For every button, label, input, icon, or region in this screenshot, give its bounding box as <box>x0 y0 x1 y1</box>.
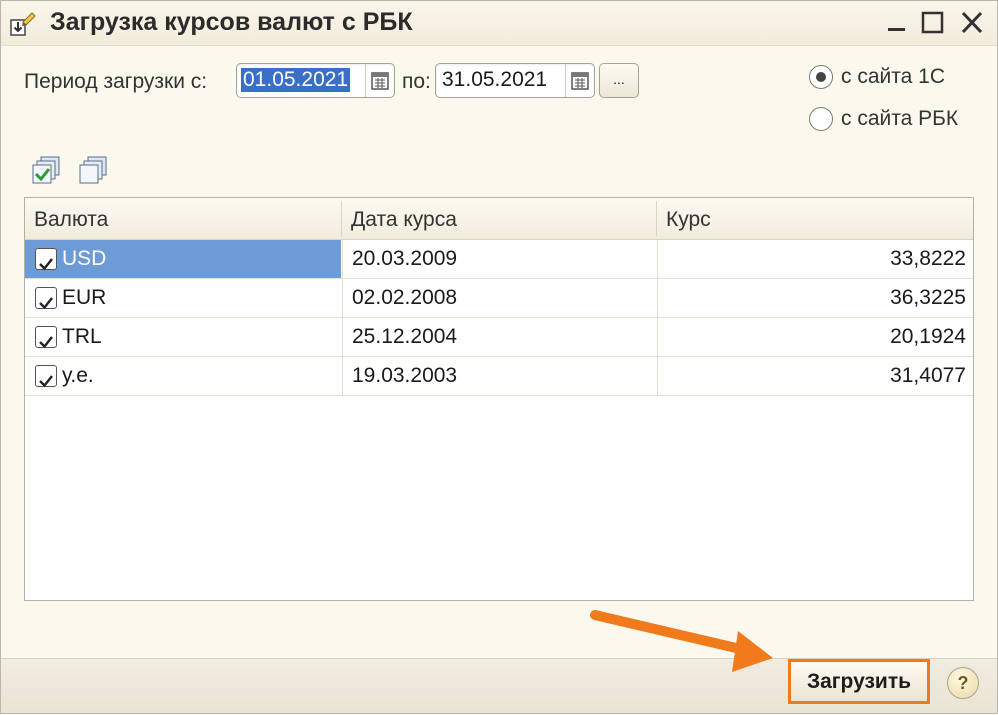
date-to-field[interactable]: 31.05.2021 <box>435 63 595 98</box>
currency-table[interactable]: Валюта Дата курса Курс USD 20.03.2009 33… <box>24 197 974 601</box>
rate-value-cell[interactable]: 36,3225 <box>657 279 973 317</box>
radio-site-rbk-label[interactable]: с сайта РБК <box>841 107 958 131</box>
currency-code: у.е. <box>62 364 94 387</box>
table-row[interactable]: EUR 02.02.2008 36,3225 <box>25 279 973 318</box>
period-to-label: по: <box>402 70 431 93</box>
column-header-currency[interactable]: Валюта <box>34 208 108 232</box>
row-checkbox[interactable] <box>35 248 57 271</box>
currency-cell[interactable]: у.е. <box>25 357 341 395</box>
rate-date-cell[interactable]: 20.03.2009 <box>342 240 656 278</box>
radio-site-rbk[interactable] <box>809 107 833 131</box>
currency-cell[interactable]: TRL <box>25 318 341 356</box>
currency-cell[interactable]: USD <box>25 240 341 278</box>
window-title: Загрузка курсов валют с РБК <box>50 8 413 36</box>
column-divider <box>656 201 657 236</box>
radio-site-1c[interactable] <box>809 65 833 89</box>
help-icon[interactable]: ? <box>947 667 979 699</box>
currency-code: USD <box>62 247 107 270</box>
row-checkbox[interactable] <box>35 365 57 388</box>
row-checkbox[interactable] <box>35 287 57 310</box>
minimize-button[interactable] <box>882 9 912 37</box>
radio-site-1c-label[interactable]: с сайта 1С <box>841 65 945 89</box>
date-to-value[interactable]: 31.05.2021 <box>440 68 549 92</box>
table-row[interactable]: у.е. 19.03.2003 31,4077 <box>25 357 973 396</box>
rate-date-cell[interactable]: 19.03.2003 <box>342 357 656 395</box>
calendar-icon[interactable] <box>365 64 394 97</box>
download-icon <box>8 10 38 38</box>
rate-date-cell[interactable]: 25.12.2004 <box>342 318 656 356</box>
rate-value-cell[interactable]: 20,1924 <box>657 318 973 356</box>
check-all-icon[interactable] <box>31 155 63 187</box>
calendar-icon[interactable] <box>565 64 594 97</box>
currency-code: TRL <box>62 325 102 348</box>
maximize-button[interactable] <box>918 9 948 37</box>
close-button[interactable] <box>957 9 987 37</box>
rate-value-cell[interactable]: 31,4077 <box>657 357 973 395</box>
rate-date-cell[interactable]: 02.02.2008 <box>342 279 656 317</box>
column-divider <box>341 201 342 236</box>
column-header-date[interactable]: Дата курса <box>351 208 457 232</box>
period-from-label: Период загрузки с: <box>24 70 208 93</box>
table-row[interactable]: TRL 25.12.2004 20,1924 <box>25 318 973 357</box>
column-header-rate[interactable]: Курс <box>666 208 711 232</box>
currency-cell[interactable]: EUR <box>25 279 341 317</box>
load-button[interactable]: Загрузить <box>788 659 930 704</box>
date-from-field[interactable]: 01.05.2021 <box>236 63 395 98</box>
title-bar: Загрузка курсов валют с РБК <box>1 1 997 46</box>
row-checkbox[interactable] <box>35 326 57 349</box>
table-row[interactable]: USD 20.03.2009 33,8222 <box>25 240 973 279</box>
uncheck-all-icon[interactable] <box>78 155 110 187</box>
select-period-button[interactable]: ... <box>599 63 639 98</box>
dialog-window: Загрузка курсов валют с РБК Период загру… <box>0 0 998 714</box>
table-header: Валюта Дата курса Курс <box>25 198 973 240</box>
radio-selected-dot <box>816 72 826 82</box>
date-from-value[interactable]: 01.05.2021 <box>241 68 351 92</box>
currency-code: EUR <box>62 286 107 309</box>
rate-value-cell[interactable]: 33,8222 <box>657 240 973 278</box>
